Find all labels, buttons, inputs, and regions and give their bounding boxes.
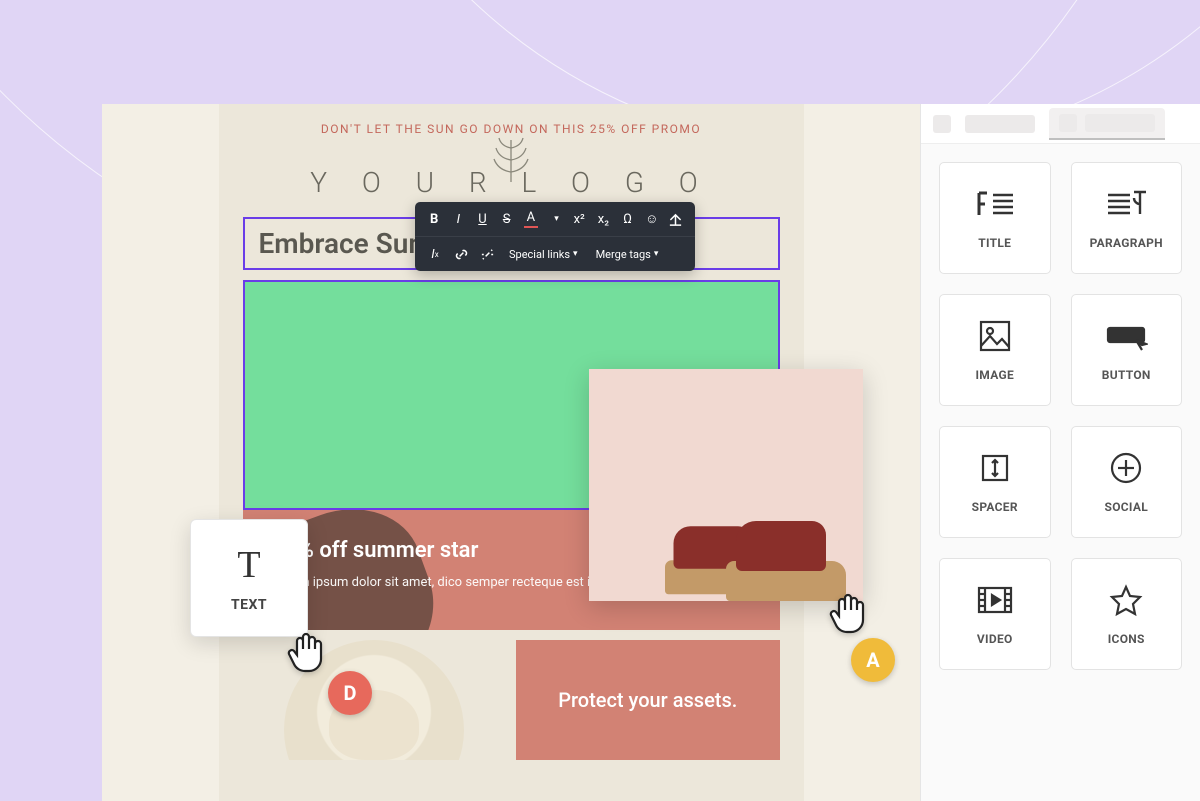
paragraph-icon (1104, 186, 1148, 226)
image-icon (973, 318, 1017, 358)
text-block-icon: T (237, 543, 260, 587)
special-links-dropdown[interactable]: Special links▾ (501, 242, 586, 266)
block-spacer[interactable]: SPACER (939, 426, 1051, 538)
block-label: VIDEO (977, 632, 1013, 646)
italic-button[interactable]: I (447, 207, 469, 231)
cursor-hand-icon (825, 590, 871, 638)
sidebar-tabs[interactable] (921, 104, 1200, 144)
button-icon (1104, 318, 1148, 358)
emoji-button[interactable]: ☺ (641, 207, 663, 231)
block-label: BUTTON (1102, 368, 1151, 382)
block-button[interactable]: BUTTON (1071, 294, 1183, 406)
superscript-button[interactable]: x² (568, 207, 590, 231)
tab-active[interactable] (1049, 108, 1165, 140)
block-video[interactable]: VIDEO (939, 558, 1051, 670)
spacer-icon (973, 450, 1017, 490)
social-icon (1104, 450, 1148, 490)
block-label: IMAGE (975, 368, 1014, 382)
block-social[interactable]: SOCIAL (1071, 426, 1183, 538)
underline-button[interactable]: U (471, 207, 493, 231)
link-button[interactable] (449, 242, 473, 266)
collaborator-badge-a: A (851, 638, 895, 682)
canvas-area[interactable]: DON'T LET THE SUN GO DOWN ON THIS 25% OF… (102, 104, 920, 801)
block-label: SOCIAL (1105, 500, 1148, 514)
tab-placeholder[interactable] (965, 115, 1035, 133)
tab-placeholder[interactable] (933, 115, 951, 133)
dragging-image[interactable] (589, 369, 863, 601)
title-icon (973, 186, 1017, 226)
special-char-button[interactable]: Ω (617, 207, 639, 231)
unlink-button[interactable] (475, 242, 499, 266)
block-title[interactable]: TITLE (939, 162, 1051, 274)
shoe-graphic (726, 511, 846, 601)
logo-text: Y O U R L O G O (219, 146, 804, 209)
block-label: TITLE (978, 236, 1011, 250)
block-paragraph[interactable]: PARAGRAPH (1071, 162, 1183, 274)
bold-button[interactable]: B (423, 207, 445, 231)
block-label: PARAGRAPH (1090, 236, 1163, 250)
assets-card[interactable]: Protect your assets. (516, 640, 780, 760)
blocks-sidebar: TITLE PARAGRAPH IMAGE BUTTON SPACER SOCIAL VID… (920, 104, 1200, 801)
block-icons[interactable]: ICONS (1071, 558, 1183, 670)
dragging-text-block[interactable]: T TEXT (190, 519, 308, 637)
text-color-button[interactable]: A (520, 207, 542, 231)
block-image[interactable]: IMAGE (939, 294, 1051, 406)
video-icon (973, 582, 1017, 622)
icons-icon (1104, 582, 1148, 622)
text-block-label: TEXT (231, 597, 267, 613)
clear-format-button[interactable]: Ix (423, 242, 447, 266)
cursor-hand-icon (283, 629, 329, 677)
insert-button[interactable] (665, 207, 687, 231)
plant-icon (489, 134, 533, 184)
block-label: SPACER (972, 500, 1018, 514)
merge-tags-dropdown[interactable]: Merge tags▾ (588, 242, 667, 266)
block-label: ICONS (1108, 632, 1145, 646)
subscript-button[interactable]: x₂ (592, 207, 614, 231)
text-color-chevron[interactable]: ▾ (544, 207, 566, 231)
strikethrough-button[interactable]: S (496, 207, 518, 231)
text-format-toolbar[interactable]: B I U S A ▾ x² x₂ Ω ☺ Ix Special links▾ … (415, 202, 695, 271)
editor-app: DON'T LET THE SUN GO DOWN ON THIS 25% OF… (102, 104, 1200, 801)
collaborator-badge-d: D (328, 671, 372, 715)
